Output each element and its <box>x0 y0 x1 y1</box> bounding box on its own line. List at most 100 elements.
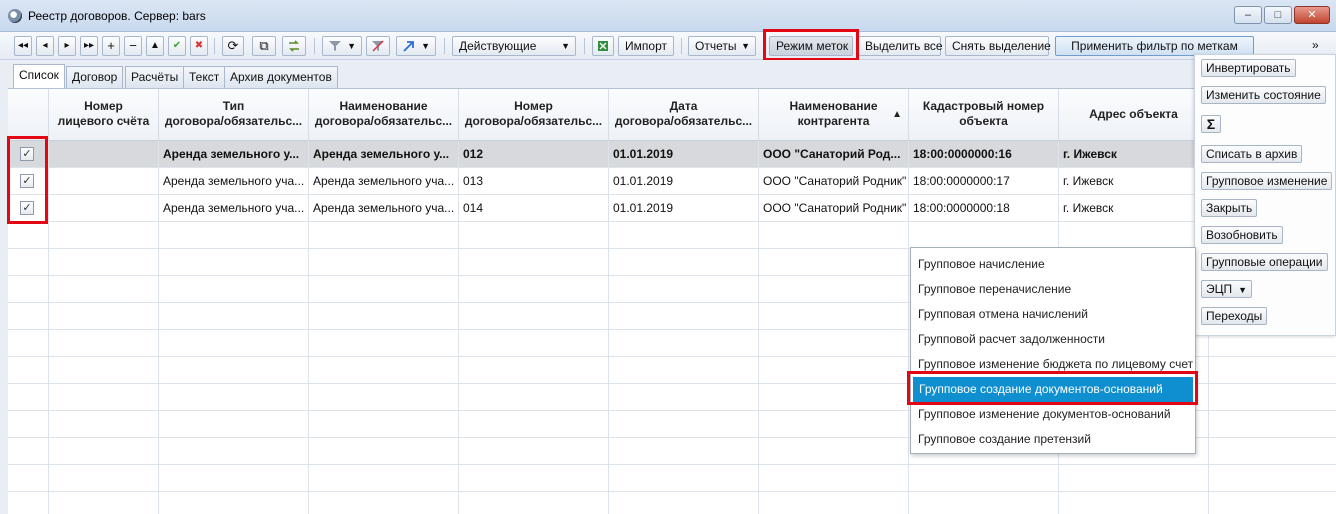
chevron-down-icon: ▼ <box>421 41 430 51</box>
goto-dropdown-button[interactable]: ▼ <box>396 36 436 56</box>
refresh-icon[interactable]: ⟳ <box>222 36 244 56</box>
import-button[interactable]: Импорт <box>618 36 674 56</box>
swap-icon[interactable] <box>282 36 306 56</box>
tab-contract[interactable]: Договор <box>66 66 124 88</box>
excel-icon[interactable] <box>592 36 614 56</box>
row-checkbox-cell[interactable]: ✓ <box>8 168 49 195</box>
mark-mode-button[interactable]: Режим меток <box>769 36 853 56</box>
column-header[interactable]: Номер лицевого счёта <box>49 89 159 141</box>
clear-filter-icon[interactable] <box>366 36 390 56</box>
separator <box>444 38 445 54</box>
table-header: Номер лицевого счёта Тип договора/обязател… <box>8 89 1336 141</box>
confirm-icon[interactable]: ✔ <box>168 36 186 56</box>
column-header-line: Номер <box>514 99 553 113</box>
row-checkbox-cell[interactable]: ✓ <box>8 141 49 168</box>
menu-item[interactable]: Групповое изменение бюджета по лицевому … <box>912 352 1194 377</box>
group-operations-button[interactable]: Групповые операции <box>1201 253 1328 271</box>
clear-selection-button[interactable]: Снять выделение <box>945 36 1051 56</box>
tab-list[interactable]: Список <box>13 64 65 88</box>
cell-date: 01.01.2019 <box>609 195 759 222</box>
title-bar: Реестр договоров. Сервер: bars – □ ✕ <box>0 0 1336 32</box>
filter-dropdown-button[interactable]: ▼ <box>322 36 362 56</box>
cell-type: Аренда земельного уча... <box>159 168 309 195</box>
row-checkbox[interactable]: ✓ <box>20 147 34 161</box>
column-header-line: договора/обязательс... <box>164 114 303 128</box>
column-header[interactable]: Наименование контрагента ▲ <box>759 89 909 141</box>
cell-address: г. Ижевск <box>1059 168 1209 195</box>
menu-item[interactable]: Групповая отмена начислений <box>912 302 1194 327</box>
row-checkbox[interactable]: ✓ <box>20 201 34 215</box>
column-header-line: Наименование <box>339 99 428 113</box>
cell-cadastral: 18:00:0000000:17 <box>909 168 1059 195</box>
archive-button[interactable]: Списать в архив <box>1201 145 1303 163</box>
transitions-button[interactable]: Переходы <box>1201 307 1268 325</box>
grid-line <box>158 222 159 514</box>
sum-icon[interactable]: Σ <box>1201 115 1221 133</box>
column-header-line: Адрес объекта <box>1089 107 1178 121</box>
cell-number: 013 <box>459 168 609 195</box>
resume-button[interactable]: Возобновить <box>1201 226 1283 244</box>
column-header[interactable]: Наименование договора/обязательс... <box>309 89 459 141</box>
table-row[interactable]: ✓ Аренда земельного уча... Аренда земель… <box>8 168 1336 195</box>
table-row[interactable]: ✓ Аренда земельного у... Аренда земельно… <box>8 141 1336 168</box>
chevron-down-icon: ▼ <box>561 41 570 51</box>
row-checkbox[interactable]: ✓ <box>20 174 34 188</box>
cell-counterparty: ООО "Санаторий Родник" <box>759 195 909 222</box>
group-change-button[interactable]: Групповое изменение <box>1201 172 1333 190</box>
column-header-line: Кадастровый номер <box>922 99 1045 113</box>
column-header-line: лицевого счёта <box>57 114 150 128</box>
column-header[interactable]: Дата договора/обязательс... <box>609 89 759 141</box>
menu-item[interactable]: Групповое создание претензий <box>912 427 1194 452</box>
status-filter-value: Действующие <box>459 39 537 53</box>
last-record-button[interactable]: ▸▸ <box>80 36 98 56</box>
cell-cadastral: 18:00:0000000:16 <box>909 141 1059 168</box>
remove-record-button[interactable]: − <box>124 36 142 56</box>
invert-button[interactable]: Инвертировать <box>1201 59 1296 77</box>
cell-name: Аренда земельного уча... <box>309 195 459 222</box>
reports-dropdown[interactable]: Отчеты ▼ <box>688 36 756 56</box>
maximize-button[interactable]: □ <box>1264 6 1292 24</box>
cancel-icon[interactable]: ✖ <box>190 36 208 56</box>
column-header[interactable]: Адрес объекта <box>1059 89 1209 141</box>
empty-row <box>8 222 1336 249</box>
menu-item-highlighted[interactable]: Групповое создание документов-оснований <box>913 377 1193 402</box>
menu-item[interactable]: Групповое изменение документов-оснований <box>912 402 1194 427</box>
tab-text[interactable]: Текст <box>183 66 226 88</box>
tab-documents-archive[interactable]: Архив документов <box>224 66 338 88</box>
column-header-line: Наименование <box>789 99 878 113</box>
status-filter-select[interactable]: Действующие ▼ <box>452 36 576 56</box>
cell-address: г. Ижевск <box>1059 141 1209 168</box>
column-header[interactable]: Кадастровый номер объекта <box>909 89 1059 141</box>
prev-record-button[interactable]: ◂ <box>36 36 54 56</box>
row-checkbox-cell[interactable]: ✓ <box>8 195 49 222</box>
apply-mark-filter-button[interactable]: Применить фильтр по меткам <box>1055 36 1254 56</box>
menu-item[interactable]: Групповое переначисление <box>912 277 1194 302</box>
select-all-button[interactable]: Выделить все <box>858 36 943 56</box>
cell-account <box>49 168 159 195</box>
eds-dropdown[interactable]: ЭЦП ▼ <box>1201 280 1253 298</box>
column-header-line: Дата <box>669 99 698 113</box>
column-header-checkbox[interactable] <box>8 89 49 141</box>
menu-item[interactable]: Групповой расчет задолженности <box>912 327 1194 352</box>
column-header[interactable]: Тип договора/обязательс... <box>159 89 309 141</box>
close-contract-button[interactable]: Закрыть <box>1201 199 1258 217</box>
tab-calculations[interactable]: Расчёты <box>125 66 185 88</box>
grid-line <box>308 222 309 514</box>
change-state-button[interactable]: Изменить состояние <box>1201 86 1326 104</box>
cell-name: Аренда земельного у... <box>309 141 459 168</box>
column-header-line: объекта <box>959 114 1008 128</box>
close-window-button[interactable]: ✕ <box>1294 6 1330 24</box>
add-record-button[interactable]: + <box>102 36 120 56</box>
window-title: Реестр договоров. Сервер: bars <box>28 9 206 23</box>
first-record-button[interactable]: ◂◂ <box>14 36 32 56</box>
table-row[interactable]: ✓ Аренда земельного уча... Аренда земель… <box>8 195 1336 222</box>
toolbar-overflow-icon[interactable]: » <box>1312 38 1319 52</box>
minimize-button[interactable]: – <box>1234 6 1262 24</box>
menu-item[interactable]: Групповое начисление <box>912 252 1194 277</box>
separator <box>584 38 585 54</box>
chevron-down-icon: ▼ <box>1238 285 1248 295</box>
next-record-button[interactable]: ▸ <box>58 36 76 56</box>
copy-icon[interactable]: ⧉ <box>252 36 276 56</box>
column-header[interactable]: Номер договора/обязательс... <box>459 89 609 141</box>
move-up-button[interactable]: ▲ <box>146 36 164 56</box>
